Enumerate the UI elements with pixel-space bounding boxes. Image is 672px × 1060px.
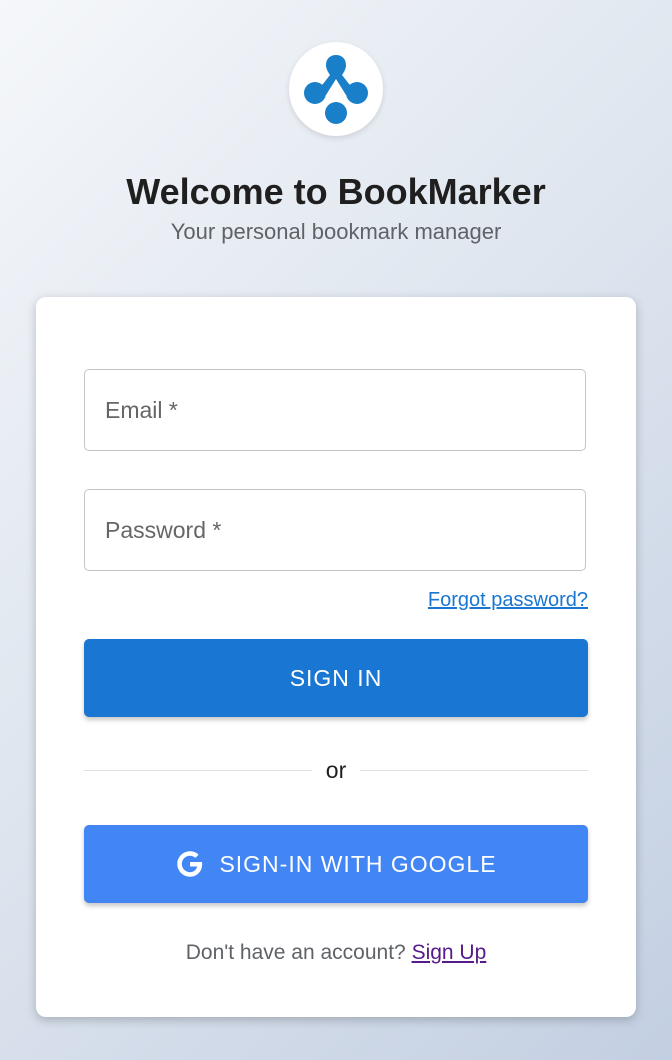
- page-title: Welcome to BookMarker: [126, 171, 546, 212]
- sign-in-label: SIGN IN: [289, 664, 383, 691]
- divider-line-right: [360, 769, 589, 771]
- or-divider: or: [84, 755, 589, 785]
- google-icon: [177, 851, 203, 877]
- app-logo: [289, 42, 383, 136]
- login-card: Email * Password * Forgot password? SIGN…: [36, 297, 636, 1017]
- google-sign-in-label: SIGN-IN WITH GOOGLE: [219, 850, 497, 877]
- signup-row: Don't have an account? Sign Up: [36, 941, 636, 965]
- forgot-password-link[interactable]: Forgot password?: [428, 589, 588, 612]
- signup-prompt: Don't have an account?: [185, 941, 406, 964]
- page-subtitle: Your personal bookmark manager: [170, 219, 502, 244]
- email-field[interactable]: Email *: [84, 369, 586, 451]
- sign-up-link[interactable]: Sign Up: [412, 941, 487, 964]
- bookmarker-logo-icon: [304, 55, 368, 124]
- divider-line-left: [84, 769, 312, 771]
- divider-text: or: [325, 756, 347, 783]
- password-label: Password *: [105, 516, 222, 543]
- google-sign-in-button[interactable]: SIGN-IN WITH GOOGLE: [84, 825, 588, 903]
- email-label: Email *: [105, 396, 178, 423]
- password-field[interactable]: Password *: [84, 489, 586, 571]
- sign-in-button[interactable]: SIGN IN: [84, 639, 588, 717]
